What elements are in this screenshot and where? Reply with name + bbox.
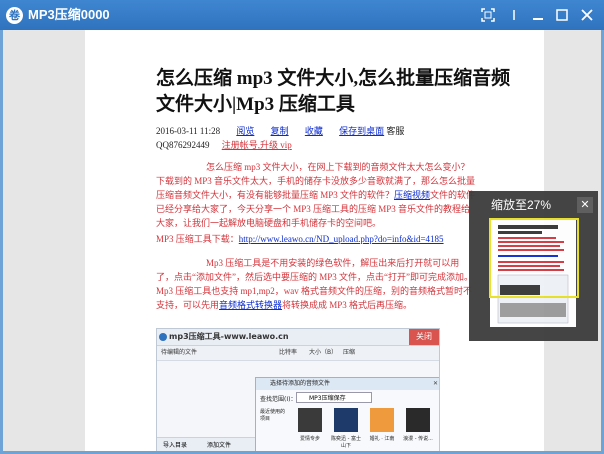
embedded-file-label-1: 爱情专步: [299, 436, 320, 442]
embedded-recent-label: 最近使用的项目: [260, 409, 286, 422]
meta-link-save-desktop[interactable]: 保存到桌面: [339, 126, 384, 136]
embedded-open-dialog: 选择待添加的音频文件 ✕ 查找范围(I)： MP3压缩保存 最近使用的项目 爱情…: [255, 377, 439, 451]
zoom-viewport-frame[interactable]: [489, 218, 579, 298]
paragraph-intro: 怎么压缩 mp3 文件大小，在网上下载到的音频文件太大怎么变小？下载到的 MP3…: [156, 160, 476, 230]
window-title: MP3压缩0000: [28, 7, 110, 22]
download-label: MP3 压缩工具下载：: [156, 234, 239, 244]
embedded-file-label-2: 陈奕迅 - 富士山下: [331, 436, 361, 449]
meta-suffix: 客服: [386, 126, 405, 136]
zoom-overlay: 缩放至27% ✕: [469, 191, 598, 341]
app-window: 卷 MP3压缩0000 怎么压缩 mp3 文件大小,怎么批量压缩音频文件大小|M…: [0, 0, 604, 454]
embedded-app-title-bar: mp3压缩工具-www.leawo.cn 关闭: [157, 329, 439, 346]
fit-window-button[interactable]: [479, 6, 497, 24]
embedded-file-label-4: 浪漫 - 传说...: [403, 436, 433, 442]
meta-link-copy[interactable]: 复制: [271, 126, 289, 136]
embedded-col-bitrate: 比特率: [279, 349, 298, 356]
embedded-import-dir: 导入目录: [163, 442, 188, 449]
embedded-file-label-3: 婚礼 · 江南: [369, 436, 395, 442]
embedded-table-header: 待编辑的文件 比特率 大小（B） 压缩: [157, 346, 439, 361]
document-title: 怎么压缩 mp3 文件大小,怎么批量压缩音频文件大小|Mp3 压缩工具: [156, 68, 511, 115]
embedded-close-button: 关闭: [409, 329, 439, 345]
zoom-close-button[interactable]: ✕: [577, 197, 593, 213]
meta-link-favorite[interactable]: 收藏: [305, 126, 323, 136]
embedded-add-file: 添加文件: [206, 442, 231, 449]
viewer-area[interactable]: 怎么压缩 mp3 文件大小,怎么批量压缩音频文件大小|Mp3 压缩工具 2016…: [3, 30, 601, 451]
close-window-button[interactable]: [578, 6, 596, 24]
paragraph-usage-text-b: 将转换成成 MP3 格式后再压缩。: [282, 300, 413, 310]
document-meta: 2016-03-11 11:28 阅览 复制 收藏 保存到桌面 客服 QQ876…: [156, 124, 506, 152]
embedded-file-icon-4: [406, 408, 430, 432]
embedded-file-icon-1: [298, 408, 322, 432]
embedded-file-icon-3: [370, 408, 394, 432]
embedded-col-file: 待编辑的文件: [161, 349, 198, 356]
minimize-button[interactable]: [529, 6, 547, 24]
embedded-file-icon-2: [334, 408, 358, 432]
maximize-button[interactable]: [553, 6, 571, 24]
embedded-dialog-close-icon: ✕: [432, 380, 438, 387]
embedded-bottom-bar: 导入目录 添加文件: [157, 437, 255, 451]
paragraph-usage-link[interactable]: 音频格式转换器: [219, 300, 282, 310]
zoom-thumbnail[interactable]: [489, 218, 579, 327]
embedded-lookin-select: MP3压缩保存: [296, 392, 372, 403]
meta-date: 2016-03-11 11:28: [156, 126, 221, 136]
paragraph-download: MP3 压缩工具下载：http://www.leawo.cn/ND_upload…: [156, 232, 476, 246]
meta-qq: QQ876292449: [156, 140, 210, 150]
paragraph-intro-link[interactable]: 压缩视频: [394, 190, 430, 200]
embedded-app-title: mp3压缩工具-www.leawo.cn: [169, 332, 289, 341]
embedded-app-icon: [159, 333, 167, 341]
embedded-col-compress: 压缩: [343, 349, 356, 356]
viewer-margin-left: [3, 30, 85, 451]
title-bar[interactable]: 卷 MP3压缩0000: [0, 0, 604, 30]
embedded-col-size: 大小（B）: [309, 349, 338, 356]
embedded-dialog-title-text: 选择待添加的音频文件: [270, 380, 331, 387]
pin-button[interactable]: [505, 6, 523, 24]
app-icon: 卷: [6, 7, 23, 24]
meta-register-link[interactable]: 注册帐号,升级 vip: [222, 140, 292, 150]
download-link[interactable]: http://www.leawo.cn/ND_upload.php?do=inf…: [239, 234, 444, 244]
meta-link-read[interactable]: 阅览: [236, 126, 254, 136]
paragraph-usage: Mp3 压缩工具是不用安装的绿色软件，解压出来后打开就可以用了，点击“添加文件”…: [156, 256, 476, 312]
embedded-screenshot: mp3压缩工具-www.leawo.cn 关闭 待编辑的文件 比特率 大小（B）…: [156, 328, 440, 451]
zoom-level-label: 缩放至27%: [491, 198, 552, 212]
embedded-dialog-title: 选择待添加的音频文件 ✕: [256, 378, 439, 390]
embedded-lookin-label: 查找范围(I)：: [260, 396, 297, 403]
